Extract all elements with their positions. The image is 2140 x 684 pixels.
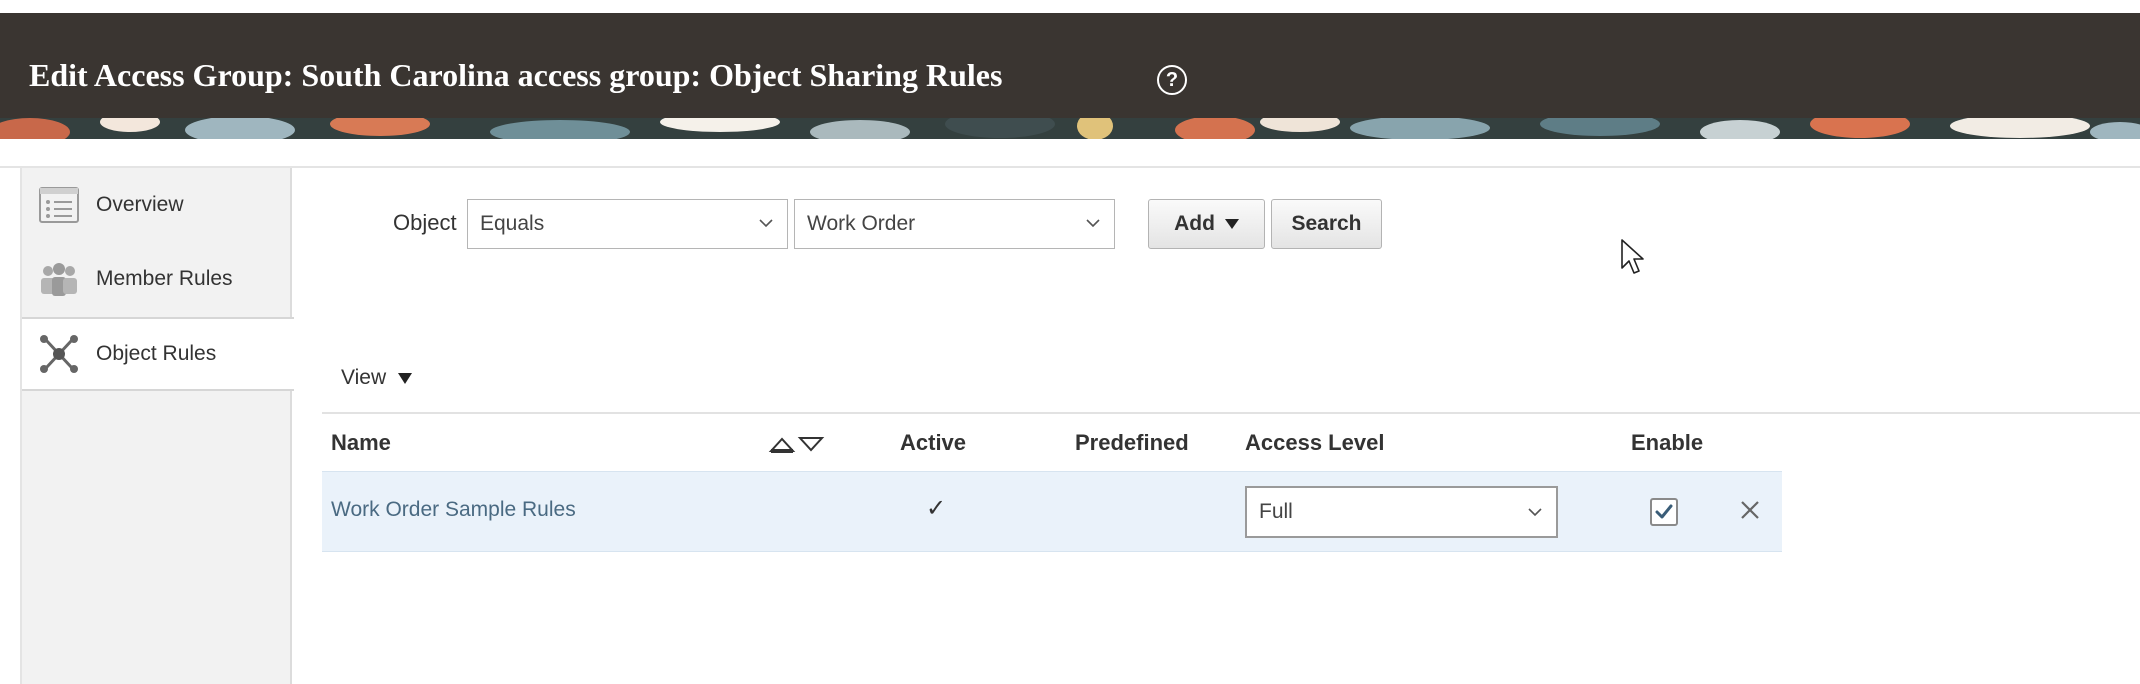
- object-value: Work Order: [807, 212, 916, 235]
- enable-checkbox[interactable]: [1650, 498, 1678, 526]
- rule-name-link[interactable]: Work Order Sample Rules: [331, 498, 576, 522]
- view-menu-label: View: [341, 366, 387, 389]
- sidebar-item-overview[interactable]: Overview: [22, 168, 292, 242]
- table-top-border: [322, 412, 2140, 414]
- caret-down-icon: [398, 372, 413, 384]
- object-network-icon: [40, 335, 78, 373]
- chevron-down-icon: [1528, 508, 1542, 517]
- top-strip: [0, 0, 2140, 13]
- caret-down-icon: [1224, 219, 1239, 229]
- operator-select[interactable]: Equals: [467, 199, 788, 249]
- people-icon: [41, 263, 77, 296]
- add-button-label: Add: [1174, 212, 1215, 235]
- add-button[interactable]: Add: [1148, 199, 1265, 249]
- search-button[interactable]: Search: [1271, 199, 1382, 249]
- mouse-cursor-icon: [1621, 239, 1644, 274]
- access-level-select[interactable]: Full: [1245, 486, 1558, 538]
- close-icon[interactable]: [1739, 499, 1761, 521]
- operator-value: Equals: [480, 212, 545, 235]
- help-circle-icon[interactable]: ?: [1157, 65, 1187, 95]
- column-header-enable[interactable]: Enable: [1631, 430, 1703, 456]
- content-divider: [0, 166, 2140, 168]
- object-value-select[interactable]: Work Order: [794, 199, 1115, 249]
- search-button-label: Search: [1291, 212, 1362, 235]
- view-menu[interactable]: View: [341, 366, 413, 390]
- chevron-down-icon: [1086, 219, 1100, 228]
- chevron-down-icon: [759, 219, 773, 228]
- sidebar-item-label: Overview: [96, 193, 184, 216]
- sidebar-item-member-rules[interactable]: Member Rules: [22, 242, 292, 316]
- sidebar: Overview Member Rules Object Rules: [20, 168, 294, 684]
- sidebar-item-label: Object Rules: [96, 342, 217, 365]
- page-header: Edit Access Group: South Carolina access…: [0, 13, 2140, 118]
- column-header-name[interactable]: Name: [331, 430, 391, 456]
- access-level-value: Full: [1259, 500, 1293, 523]
- sidebar-item-object-rules[interactable]: Object Rules: [22, 317, 294, 391]
- column-header-predefined[interactable]: Predefined: [1075, 430, 1189, 456]
- column-header-access-level[interactable]: Access Level: [1245, 430, 1384, 456]
- active-checkmark: ✓: [926, 495, 947, 522]
- object-filter-label: Object: [393, 210, 457, 235]
- decorative-banner: [0, 118, 2140, 139]
- sidebar-item-label: Member Rules: [96, 267, 233, 290]
- column-header-active[interactable]: Active: [900, 430, 966, 456]
- sort-icon[interactable]: [768, 434, 828, 454]
- checkmark-icon: [1655, 504, 1673, 519]
- list-icon: [39, 187, 79, 223]
- page-title: Edit Access Group: South Carolina access…: [29, 57, 1003, 93]
